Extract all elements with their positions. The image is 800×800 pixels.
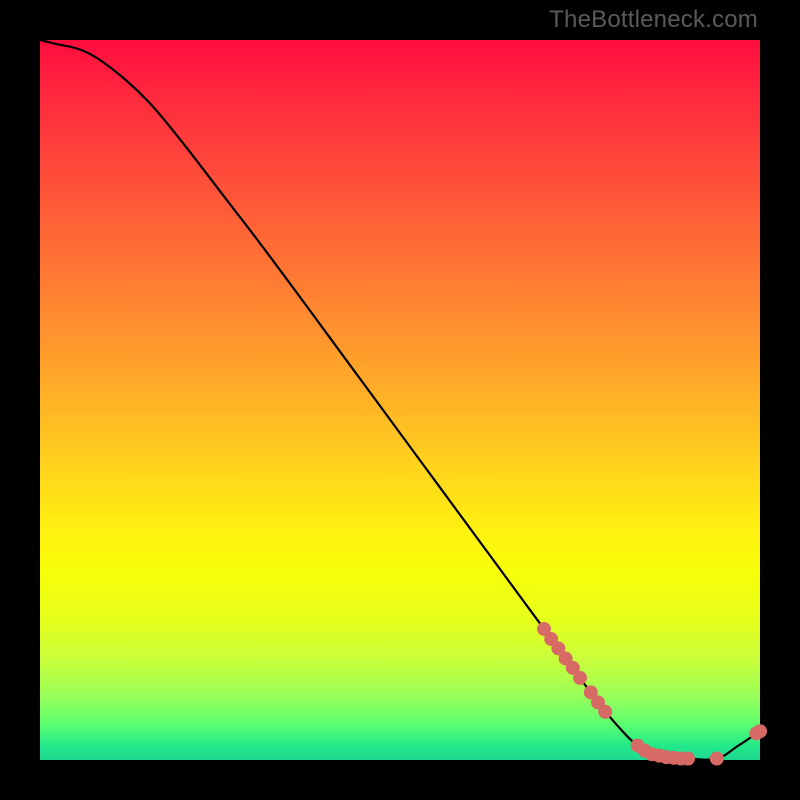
chart-stage: TheBottleneck.com bbox=[0, 0, 800, 800]
curve-markers bbox=[537, 622, 767, 766]
plot-area bbox=[40, 40, 760, 760]
data-marker bbox=[710, 752, 724, 766]
curve-svg bbox=[40, 40, 760, 760]
data-marker bbox=[598, 705, 612, 719]
data-marker bbox=[573, 671, 587, 685]
bottleneck-curve bbox=[40, 40, 760, 760]
watermark-text: TheBottleneck.com bbox=[549, 6, 758, 34]
data-marker bbox=[681, 752, 695, 766]
data-marker bbox=[753, 724, 767, 738]
